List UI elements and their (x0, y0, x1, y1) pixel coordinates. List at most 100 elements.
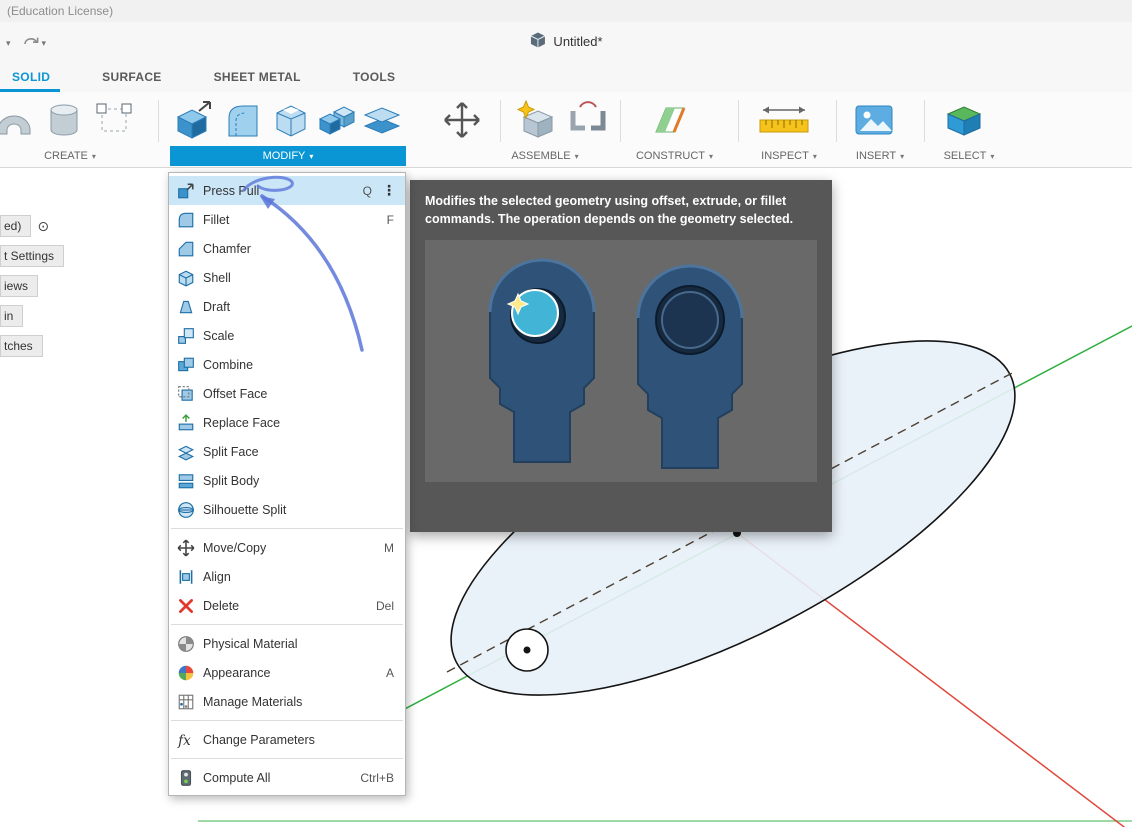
ribbon-divider (500, 100, 501, 142)
new-component-icon[interactable] (514, 97, 558, 143)
menu-item-appearance[interactable]: Appearance A (169, 658, 405, 687)
menu-item-delete[interactable]: Delete Del (169, 591, 405, 620)
chevron-down-icon (709, 150, 713, 162)
insert-group-button[interactable]: INSERT (845, 146, 915, 166)
tab-solid[interactable]: SOLID (12, 70, 50, 92)
menu-item-split-face[interactable]: Split Face (169, 437, 405, 466)
combine-icon (176, 355, 195, 374)
ribbon: CREATE MODIFY ASSEMBLE CONSTRUCT INSPECT… (0, 92, 1132, 168)
menu-item-physical-material[interactable]: Physical Material (169, 629, 405, 658)
cylinder-icon[interactable] (42, 97, 86, 143)
move-ribbon-icon[interactable] (440, 97, 484, 143)
offset-face-icon (176, 384, 195, 403)
align-icon (176, 567, 195, 586)
shell-icon (176, 268, 195, 287)
license-text: (Education License) (7, 4, 113, 18)
sketch-point[interactable] (524, 647, 531, 654)
fillet-icon (176, 210, 195, 229)
sketch-icon[interactable] (92, 97, 136, 143)
ribbon-divider (620, 100, 621, 142)
menu-item-replace-face[interactable]: Replace Face (169, 408, 405, 437)
browser-item-named-views[interactable]: iews (0, 275, 38, 297)
modify-group-button[interactable]: MODIFY (170, 146, 406, 166)
menu-item-combine[interactable]: Combine (169, 350, 405, 379)
press-pull-ribbon-icon[interactable] (172, 97, 216, 143)
fusion-window: (Education License) Untitled* SOLID SURF… (0, 0, 1132, 827)
delete-icon (176, 596, 195, 615)
redo-icon (23, 33, 39, 50)
move-copy-icon (176, 538, 195, 557)
viewport[interactable]: ed) ⊙ t Settings iews in tches Press Pul… (0, 168, 1132, 827)
inspect-group-button[interactable]: INSPECT (748, 146, 830, 166)
construct-group-button[interactable]: CONSTRUCT (622, 146, 727, 166)
ribbon-divider (836, 100, 837, 142)
menu-item-split-body[interactable]: Split Body (169, 466, 405, 495)
assemble-group-button[interactable]: ASSEMBLE (497, 146, 593, 166)
browser-item-origin[interactable]: in (0, 305, 23, 327)
menu-divider (171, 624, 403, 625)
press-pull-icon (176, 181, 195, 200)
compute-all-icon (176, 768, 195, 787)
menu-divider (171, 758, 403, 759)
physical-material-icon (176, 634, 195, 653)
replace-face-icon (176, 413, 195, 432)
menu-item-offset-face[interactable]: Offset Face (169, 379, 405, 408)
select-icon[interactable] (942, 97, 986, 143)
ribbon-divider (158, 100, 159, 142)
menu-item-move-copy[interactable]: Move/Copy M (169, 533, 405, 562)
tab-sheet-metal[interactable]: SHEET METAL (214, 70, 301, 92)
menu-item-change-parameters[interactable]: fx Change Parameters (169, 725, 405, 754)
draft-icon (176, 297, 195, 316)
modify-menu: Press Pull Q ⋮ Fillet F Chamfer Shell Dr… (168, 172, 406, 796)
shell-ribbon-icon[interactable] (269, 97, 313, 143)
menu-item-compute-all[interactable]: Compute All Ctrl+B (169, 763, 405, 792)
press-pull-tooltip: Modifies the selected geometry using off… (410, 180, 832, 532)
menu-item-manage-materials[interactable]: Manage Materials (169, 687, 405, 716)
fillet-ribbon-icon[interactable] (221, 97, 265, 143)
ribbon-divider (924, 100, 925, 142)
menu-item-chamfer[interactable]: Chamfer (169, 234, 405, 263)
construction-plane-icon[interactable] (648, 97, 692, 143)
chevron-down-icon (575, 150, 579, 162)
joint-icon[interactable] (566, 97, 610, 143)
chevron-down-icon (309, 150, 313, 162)
chevron-down-icon (92, 150, 96, 162)
browser-item-document-settings[interactable]: t Settings (0, 245, 64, 267)
combine-ribbon-icon[interactable] (315, 97, 359, 143)
fx-icon: fx (176, 730, 195, 749)
manage-materials-icon (176, 692, 195, 711)
browser-item-document[interactable]: ed) ⊙ (0, 215, 49, 237)
split-body-ribbon-icon[interactable] (360, 97, 404, 143)
tooltip-text: Modifies the selected geometry using off… (425, 193, 813, 228)
redo-button[interactable] (19, 29, 51, 54)
toolbar-tabs: SOLID SURFACE SHEET METAL TOOLS (0, 60, 1132, 92)
tab-tools[interactable]: TOOLS (353, 70, 396, 92)
measure-icon[interactable] (756, 97, 812, 143)
menu-item-shell[interactable]: Shell (169, 263, 405, 292)
appearance-icon (176, 663, 195, 682)
chevron-down-icon (900, 150, 904, 162)
chevron-down-icon (813, 150, 817, 162)
undo-menu-button[interactable] (2, 30, 15, 53)
insert-image-icon[interactable] (852, 97, 896, 143)
ribbon-divider (738, 100, 739, 142)
press-pull-preview-image (425, 240, 817, 482)
revolve-icon[interactable] (0, 97, 36, 143)
menu-item-silhouette-split[interactable]: Silhouette Split (169, 495, 405, 524)
menu-item-draft[interactable]: Draft (169, 292, 405, 321)
more-options-icon[interactable]: ⋮ (378, 182, 400, 199)
menu-item-press-pull[interactable]: Press Pull Q ⋮ (169, 176, 405, 205)
chevron-down-icon (42, 34, 47, 49)
select-group-button[interactable]: SELECT (932, 146, 1006, 166)
document-name: Untitled* (553, 34, 602, 49)
chamfer-icon (176, 239, 195, 258)
menu-item-scale[interactable]: Scale (169, 321, 405, 350)
browser-item-sketches[interactable]: tches (0, 335, 43, 357)
svg-text:fx: fx (177, 733, 191, 749)
silhouette-split-icon (176, 500, 195, 519)
create-group-button[interactable]: CREATE (0, 146, 140, 166)
activate-radio-icon[interactable]: ⊙ (37, 219, 49, 233)
menu-item-align[interactable]: Align (169, 562, 405, 591)
tab-surface[interactable]: SURFACE (102, 70, 161, 92)
menu-item-fillet[interactable]: Fillet F (169, 205, 405, 234)
